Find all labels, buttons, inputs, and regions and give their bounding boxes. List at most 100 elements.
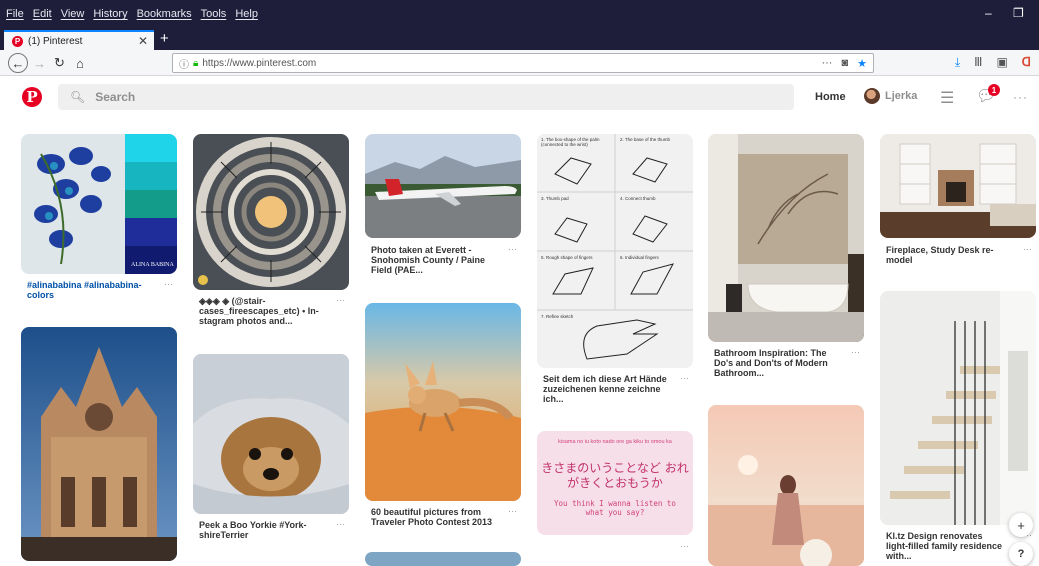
toolbar-icons: ⤓ Ⅲ ▣ ᗡ	[955, 55, 1031, 70]
pin-image[interactable]	[880, 134, 1036, 238]
pin-card[interactable]: 1. The box-shape of the palm (connected …	[537, 134, 693, 414]
pin-caption[interactable]: ◈◈◈ ◈ (@stair-cases_fireescapes_etc) • I…	[199, 296, 327, 326]
tab-strip: P (1) Pinterest ✕ +	[0, 28, 1039, 50]
menu-bookmarks[interactable]: Bookmarks	[137, 8, 192, 20]
pin-card[interactable]: Photo taken at Everett - Snohomish Count…	[365, 134, 521, 284]
pinterest-header: P 🔍︎ Home Ljerka ☰ 💬︎ 1 ···	[0, 76, 1039, 120]
fennec-fox-image	[365, 303, 521, 501]
pin-card[interactable]: kisama no iu koto nado ore ga kiku to om…	[537, 431, 693, 551]
pin-image[interactable]	[193, 134, 349, 290]
close-tab-icon[interactable]: ✕	[138, 34, 148, 48]
user-profile-link[interactable]: Ljerka	[864, 88, 917, 104]
airplane-image	[365, 134, 521, 238]
home-link[interactable]: Home	[815, 91, 846, 103]
pin-more-icon[interactable]: ···	[508, 506, 517, 516]
pin-caption[interactable]: Peek a Boo Yorkie #York-shireTerrier	[199, 520, 327, 540]
pin-caption[interactable]: Bathroom Inspiration: The Do's and Don't…	[714, 348, 842, 378]
library-icon[interactable]: Ⅲ	[974, 55, 982, 70]
english-text: You think I wanna listen to what you say…	[554, 499, 676, 517]
restore-icon[interactable]: ❐	[1013, 6, 1024, 20]
pin-image[interactable]	[880, 291, 1036, 525]
pin-more-icon[interactable]: ···	[336, 295, 345, 305]
pin-card[interactable]: Fireplace, Study Desk re-model ···	[880, 134, 1036, 274]
extension-icon[interactable]: ᗡ	[1022, 55, 1031, 70]
pin-card[interactable]	[21, 327, 177, 561]
menu-history[interactable]: History	[93, 8, 127, 20]
more-options-icon[interactable]: ···	[1013, 90, 1028, 104]
menu-file[interactable]: File	[6, 8, 24, 20]
menu-icon[interactable]: ☰	[940, 88, 954, 108]
new-tab-button[interactable]: +	[160, 30, 169, 47]
pin-caption[interactable]: 60 beautiful pictures from Traveler Phot…	[371, 507, 499, 527]
pin-image[interactable]	[365, 552, 521, 566]
fireplace-image	[880, 134, 1036, 238]
bookmark-star-icon[interactable]: ★	[857, 57, 867, 70]
pin-image[interactable]: kisama no iu koto nado ore ga kiku to om…	[537, 431, 693, 535]
url-text: https://www.pinterest.com	[202, 57, 317, 69]
pin-card[interactable]: ◈◈◈ ◈ (@stair-cases_fireescapes_etc) • I…	[193, 134, 349, 334]
menu-help[interactable]: Help	[235, 8, 258, 20]
pin-image[interactable]: 1. The box-shape of the palm (connected …	[537, 134, 693, 368]
reload-icon[interactable]: ↻	[54, 53, 65, 73]
help-button[interactable]: ?	[1009, 542, 1033, 566]
pin-card[interactable]: Peek a Boo Yorkie #York-shireTerrier ···	[193, 354, 349, 544]
avatar	[864, 88, 880, 104]
pin-more-icon[interactable]: ···	[1023, 244, 1032, 254]
staircase-interior-image	[880, 291, 1036, 525]
menu-list: File Edit View History Bookmarks Tools H…	[6, 8, 258, 20]
search-input[interactable]	[95, 90, 696, 104]
pin-caption[interactable]: Photo taken at Everett - Snohomish Count…	[371, 245, 499, 275]
lock-icon: 🔒︎	[193, 57, 199, 69]
step-label: 2. The base of the thumb	[620, 137, 670, 142]
pin-image[interactable]: ALINA BABINA	[21, 134, 177, 274]
pin-image[interactable]	[708, 405, 864, 566]
pin-caption[interactable]: Kl.tz Design renovates light-filled fami…	[886, 531, 1006, 561]
tab-pinterest[interactable]: P (1) Pinterest ✕	[4, 30, 154, 50]
page-actions-icon[interactable]: ···	[821, 57, 832, 70]
pin-image[interactable]	[193, 354, 349, 514]
add-pin-button[interactable]: +	[1009, 513, 1033, 537]
yorkie-dog-image	[193, 354, 349, 514]
pin-more-icon[interactable]: ···	[680, 541, 689, 551]
pocket-icon[interactable]: ◙	[841, 57, 848, 70]
step-label: 3. Thumb pad	[541, 196, 569, 201]
pin-card[interactable]: 60 beautiful pictures from Traveler Phot…	[365, 303, 521, 533]
pin-image[interactable]	[365, 303, 521, 501]
pin-card[interactable]: Bathroom Inspiration: The Do's and Don't…	[708, 134, 864, 394]
step-label: 5. Rough shape of fingers	[541, 255, 593, 260]
menu-bar: File Edit View History Bookmarks Tools H…	[0, 0, 1039, 28]
pin-card[interactable]: ALINA BABINA #alinababina #alinababina-c…	[21, 134, 177, 304]
pin-more-icon[interactable]: ···	[508, 244, 517, 254]
pin-card[interactable]	[365, 552, 521, 566]
home-icon[interactable]: ⌂	[76, 53, 84, 73]
pin-image[interactable]	[365, 134, 521, 238]
menu-tools[interactable]: Tools	[201, 8, 227, 20]
pin-more-icon[interactable]: ···	[164, 279, 173, 289]
url-bar[interactable]: ⓘ 🔒︎ https://www.pinterest.com ··· ◙ ★	[172, 53, 874, 73]
step-label: 4. Connect thumb	[620, 196, 656, 201]
menu-view[interactable]: View	[61, 8, 85, 20]
menu-edit[interactable]: Edit	[33, 8, 52, 20]
pin-image[interactable]	[708, 134, 864, 342]
info-icon[interactable]: ⓘ	[179, 56, 189, 71]
navigation-toolbar: ← → ↻ ⌂ ⓘ 🔒︎ https://www.pinterest.com ·…	[0, 50, 1039, 76]
forward-icon[interactable]: →	[33, 53, 46, 73]
pin-card[interactable]	[708, 405, 864, 566]
search-bar[interactable]: 🔍︎	[58, 84, 794, 110]
step-label: 7. Refine sketch	[541, 314, 574, 319]
pin-caption[interactable]: #alinababina #alinababina-colors	[27, 280, 155, 300]
pin-caption[interactable]: Fireplace, Study Desk re-model	[886, 245, 1014, 265]
pin-caption[interactable]: Seit dem ich diese Art Hände zuzeichenen…	[543, 374, 671, 404]
hand-drawing-tutorial-image	[537, 134, 693, 368]
pin-more-icon[interactable]: ···	[680, 373, 689, 383]
pin-more-icon[interactable]: ···	[851, 347, 860, 357]
spiral-staircase-image	[193, 134, 349, 290]
pinterest-favicon-icon: P	[12, 35, 23, 47]
back-icon[interactable]: ←	[8, 53, 28, 73]
download-icon[interactable]: ⤓	[955, 55, 960, 70]
pinterest-logo-icon[interactable]: P	[22, 87, 42, 107]
minimize-icon[interactable]: –	[985, 6, 992, 20]
pin-image[interactable]	[21, 327, 177, 561]
sidebar-icon[interactable]: ▣	[996, 55, 1007, 70]
pin-more-icon[interactable]: ···	[336, 519, 345, 529]
